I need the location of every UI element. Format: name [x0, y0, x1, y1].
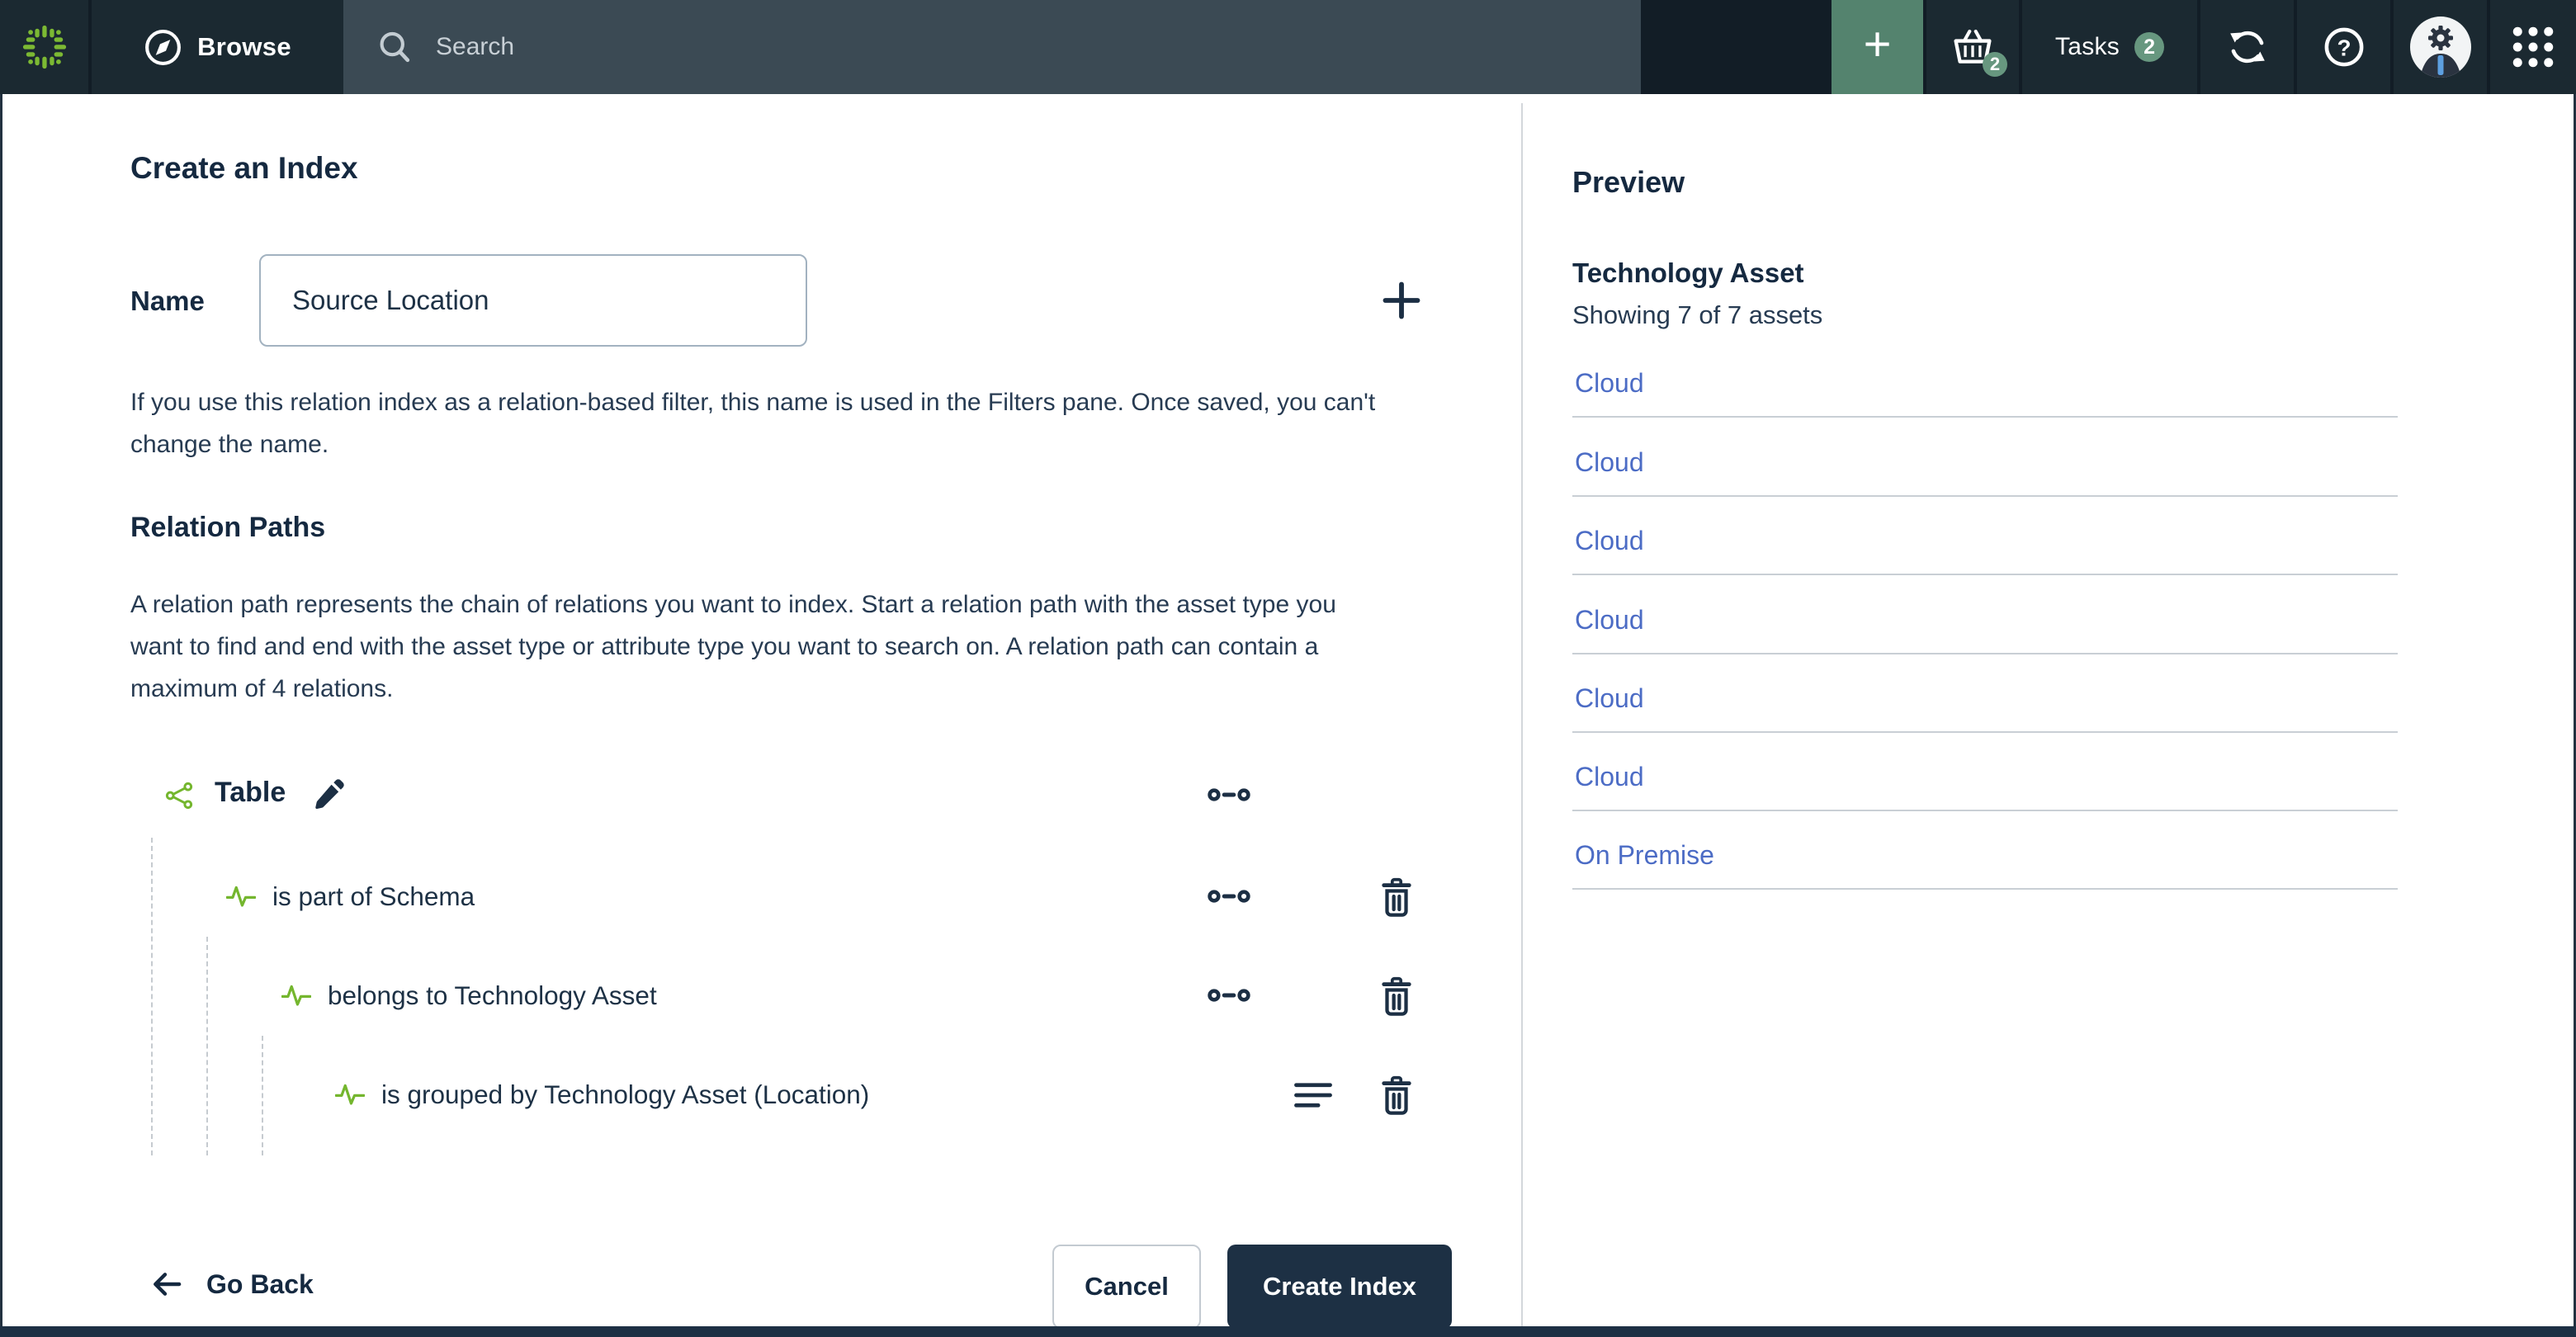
tasks-button[interactable]: Tasks 2 [2022, 0, 2197, 94]
asset-link[interactable]: Cloud [1575, 447, 1644, 478]
user-menu-button[interactable] [2394, 0, 2487, 94]
add-relation-path-button[interactable] [1377, 276, 1426, 325]
relation-label: is part of Schema [272, 881, 475, 911]
cardinality-icon [1208, 982, 1250, 1009]
apps-grid-icon [2512, 26, 2554, 68]
delete-relation-button[interactable] [1373, 873, 1420, 919]
relation-row: is part of Schema [0, 872, 1486, 921]
asset-link[interactable]: Cloud [1575, 605, 1644, 635]
sync-button[interactable] [2200, 0, 2294, 94]
preview-result-row: Cloud [1572, 442, 2398, 497]
tasks-label: Tasks [2054, 33, 2120, 60]
go-back-label: Go Back [206, 1268, 314, 1299]
plus-icon: + [1863, 17, 1892, 71]
relation-pulse-icon [335, 1080, 365, 1107]
nav-browse[interactable]: Browse [92, 0, 343, 94]
question-circle-icon: ? [2323, 26, 2366, 69]
root-asset-type-label: Table [215, 777, 286, 808]
sync-arrows-icon [2226, 26, 2269, 69]
apps-menu-button[interactable] [2490, 0, 2576, 94]
avatar [2409, 17, 2471, 78]
collibra-logo-icon [21, 23, 69, 71]
help-button[interactable]: ? [2297, 0, 2390, 94]
preview-result-row: Cloud [1572, 600, 2398, 654]
window-left-edge [0, 94, 2, 1337]
relation-row: is grouped by Technology Asset (Location… [0, 1070, 1486, 1119]
go-back-button[interactable]: Go Back [149, 1266, 314, 1302]
name-label: Name [130, 286, 205, 316]
browse-label: Browse [197, 32, 291, 61]
relation-row: belongs to Technology Asset [0, 971, 1486, 1020]
name-help-text: If you use this relation index as a rela… [130, 389, 1376, 458]
attribute-lines-icon [1294, 1081, 1332, 1109]
arrow-left-icon [149, 1266, 185, 1302]
asset-link[interactable]: Cloud [1575, 526, 1644, 556]
asset-link[interactable]: Cloud [1575, 368, 1644, 399]
edit-root-button[interactable] [309, 775, 348, 815]
compass-icon [144, 28, 182, 67]
preview-result-row: Cloud [1572, 757, 2398, 811]
preview-count-text: Showing 7 of 7 assets [1572, 300, 1823, 329]
app-window: Browse Search + 2 Tasks 2 ? Create an In… [0, 0, 2576, 1337]
top-navigation-bar: Browse Search + 2 Tasks 2 ? [0, 0, 2576, 94]
cart-count-badge: 2 [1983, 52, 2007, 77]
preview-heading: Preview [1572, 165, 1685, 199]
relation-nodes-icon [165, 782, 193, 810]
cardinality-icon [1208, 883, 1250, 909]
relation-pulse-icon [281, 981, 311, 1008]
asset-link[interactable]: Cloud [1575, 762, 1644, 792]
cancel-button[interactable]: Cancel [1052, 1245, 1201, 1329]
panel-divider [1521, 103, 1523, 1326]
relation-path-root-row: Table [0, 770, 1486, 820]
add-button[interactable]: + [1832, 0, 1923, 94]
search-placeholder: Search [436, 33, 515, 60]
relation-label: is grouped by Technology Asset (Location… [381, 1080, 870, 1109]
preview-result-row: Cloud [1572, 678, 2398, 733]
window-bottom-bar [0, 1326, 2576, 1337]
create-index-button[interactable]: Create Index [1227, 1245, 1452, 1329]
cart-button[interactable]: 2 [1926, 0, 2019, 94]
basket-icon: 2 [1951, 27, 2007, 77]
delete-relation-button[interactable] [1373, 972, 1420, 1018]
global-search-bar[interactable]: Search [343, 0, 1641, 94]
svg-text:?: ? [2337, 35, 2351, 61]
asset-link[interactable]: Cloud [1575, 683, 1644, 714]
preview-result-row: On Premise [1572, 835, 2398, 890]
relation-label: belongs to Technology Asset [328, 980, 657, 1010]
asset-link[interactable]: On Premise [1575, 840, 1714, 871]
relation-paths-description: A relation path represents the chain of … [130, 591, 1336, 702]
relation-paths-heading: Relation Paths [130, 512, 326, 543]
preview-result-row: Cloud [1572, 363, 2398, 418]
delete-relation-button[interactable] [1373, 1071, 1420, 1117]
name-input[interactable] [259, 254, 807, 347]
cardinality-icon [1208, 782, 1250, 808]
preview-result-row: Cloud [1572, 521, 2398, 575]
relation-pulse-icon [226, 882, 256, 909]
preview-asset-type: Technology Asset [1572, 257, 1804, 288]
search-icon [376, 29, 413, 65]
tasks-count-badge: 2 [2134, 32, 2165, 62]
page-title: Create an Index [130, 151, 358, 185]
home-logo-button[interactable] [0, 0, 88, 94]
tree-guide-line [206, 937, 208, 1155]
